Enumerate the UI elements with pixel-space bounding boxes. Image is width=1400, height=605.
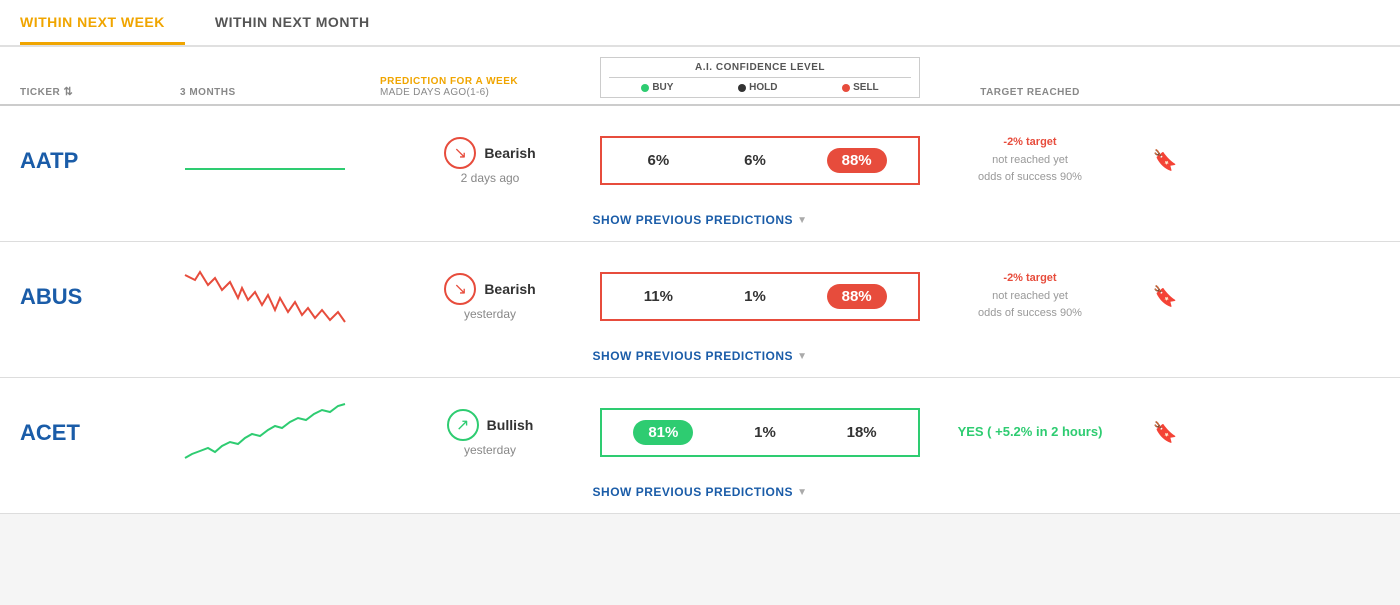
ai-confidence-values: 81% 1% 18%	[600, 408, 920, 457]
chevron-down-icon: ▼	[797, 351, 807, 362]
prediction-cell: ↘ Bearish yesterday	[380, 273, 600, 321]
bookmark-cell[interactable]: 🔖	[1140, 148, 1190, 173]
tab-within-next-month[interactable]: WITHIN NEXT MONTH	[215, 0, 390, 45]
show-previous-label: SHOW PREVIOUS PREDICTIONS	[593, 349, 794, 363]
table-row: AATP ↘ Bearish 2 days ago 6% 6% 88% -2% …	[0, 106, 1400, 242]
target-header: TARGET REACHED	[920, 87, 1140, 98]
prediction-cell: ↗ Bullish yesterday	[380, 409, 600, 457]
signal-time: yesterday	[464, 443, 516, 457]
bookmark-icon[interactable]: 🔖	[1153, 148, 1178, 173]
prediction-header: PREDICTION FOR A WEEK	[380, 76, 600, 87]
signal-time: yesterday	[464, 307, 516, 321]
signal-icon: ↘	[444, 137, 476, 169]
bookmark-cell[interactable]: 🔖	[1140, 420, 1190, 445]
chevron-down-icon: ▼	[797, 487, 807, 498]
target-cell: -2% targetnot reached yetodds of success…	[920, 134, 1140, 187]
ticker-name: ABUS	[20, 284, 180, 310]
chart-area	[180, 396, 380, 469]
ticker-header: TICKER ⇅	[20, 85, 180, 98]
table-row: ABUS ↘ Bearish yesterday 11% 1% 88% -2% …	[0, 242, 1400, 378]
prediction-cell: ↘ Bearish 2 days ago	[380, 137, 600, 185]
ticker-name: ACET	[20, 420, 180, 446]
ticker-name: AATP	[20, 148, 180, 174]
signal-icon: ↘	[444, 273, 476, 305]
target-cell: YES ( +5.2% in 2 hours)	[920, 422, 1140, 443]
signal-icon: ↗	[447, 409, 479, 441]
ai-confidence-values: 6% 6% 88%	[600, 136, 920, 185]
bookmark-icon[interactable]: 🔖	[1153, 420, 1178, 445]
bookmark-cell[interactable]: 🔖	[1140, 284, 1190, 309]
3months-header: 3 MONTHS	[180, 87, 380, 98]
chart-area	[180, 260, 380, 333]
signal-text: Bearish	[484, 281, 535, 297]
stock-rows: AATP ↘ Bearish 2 days ago 6% 6% 88% -2% …	[0, 106, 1400, 514]
signal-text: Bearish	[484, 145, 535, 161]
signal-text: Bullish	[487, 417, 534, 433]
stock-table: TICKER ⇅ 3 MONTHS PREDICTION FOR A WEEK …	[0, 47, 1400, 514]
chevron-down-icon: ▼	[797, 215, 807, 226]
bookmark-icon[interactable]: 🔖	[1153, 284, 1178, 309]
ai-confidence-header: A.I. CONFIDENCE LEVEL BUY HOLD SELL	[600, 57, 920, 98]
tab-within-next-week[interactable]: WITHIN NEXT WEEK	[20, 0, 185, 45]
show-previous-label: SHOW PREVIOUS PREDICTIONS	[593, 213, 794, 227]
show-previous-button[interactable]: SHOW PREVIOUS PREDICTIONS ▼	[20, 205, 1380, 241]
chart-area	[180, 124, 380, 197]
show-previous-button[interactable]: SHOW PREVIOUS PREDICTIONS ▼	[20, 341, 1380, 377]
table-headers: TICKER ⇅ 3 MONTHS PREDICTION FOR A WEEK …	[0, 47, 1400, 106]
target-cell: -2% targetnot reached yetodds of success…	[920, 270, 1140, 323]
show-previous-button[interactable]: SHOW PREVIOUS PREDICTIONS ▼	[20, 477, 1380, 513]
show-previous-label: SHOW PREVIOUS PREDICTIONS	[593, 485, 794, 499]
signal-time: 2 days ago	[461, 171, 520, 185]
table-row: ACET ↗ Bullish yesterday 81% 1% 18% YES …	[0, 378, 1400, 514]
ai-confidence-values: 11% 1% 88%	[600, 272, 920, 321]
tab-bar: WITHIN NEXT WEEK WITHIN NEXT MONTH	[0, 0, 1400, 47]
prediction-sub-header: MADE DAYS AGO(1-6)	[380, 87, 600, 98]
